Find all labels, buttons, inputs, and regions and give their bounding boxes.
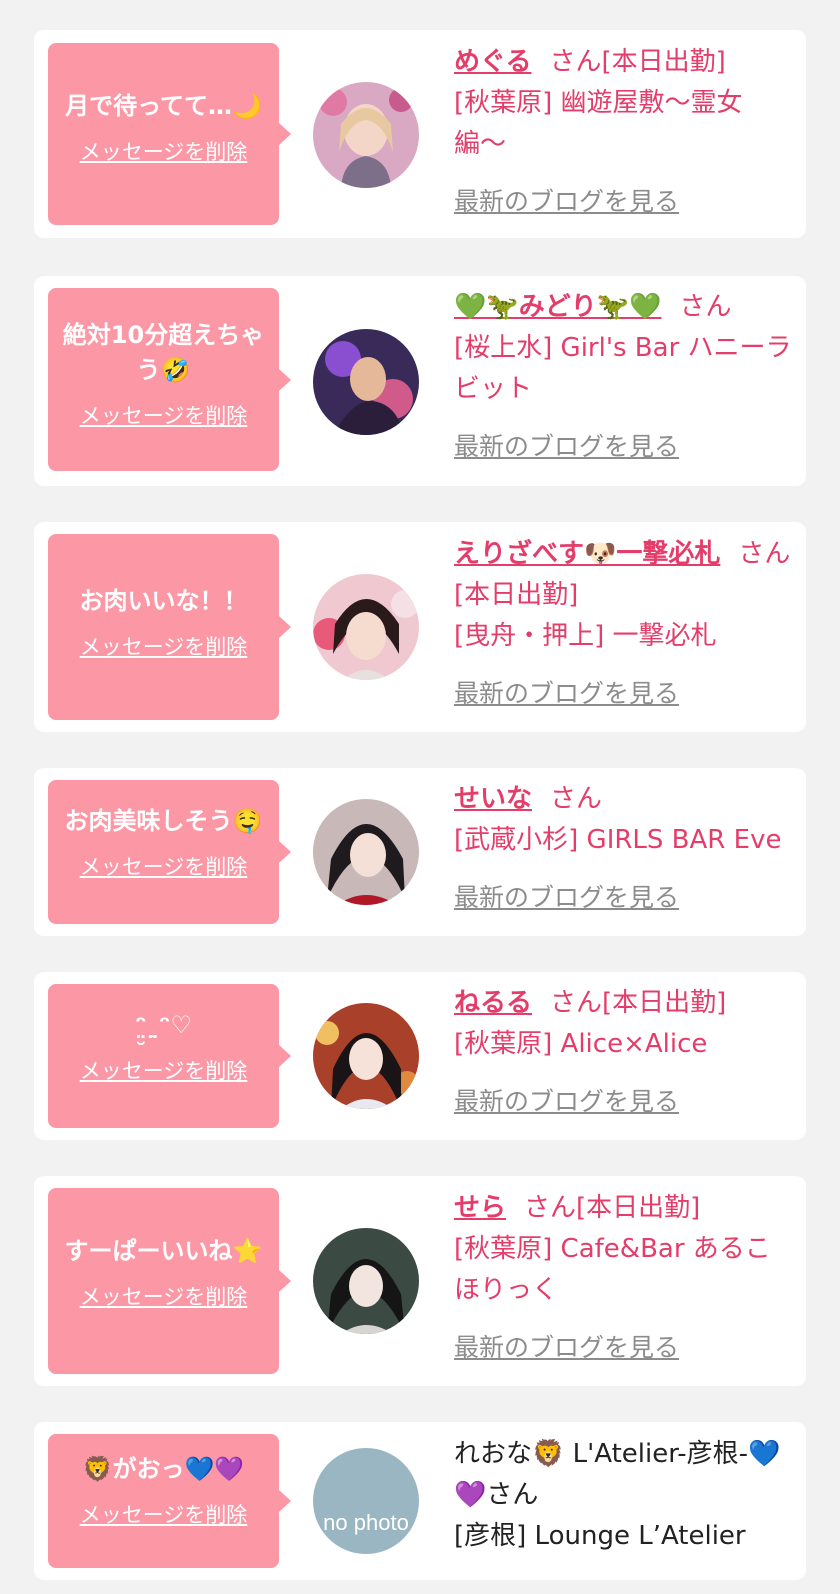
avatar[interactable] <box>313 1228 419 1334</box>
message-bubble: すーぱーいいね⭐ メッセージを削除 <box>48 1188 291 1374</box>
girl-info: ねるる さん[本日出勤] [秋葉原] Alice×Alice 最新のブログを見る <box>454 983 792 1122</box>
delete-message-link[interactable]: メッセージを削除 <box>80 1055 248 1085</box>
message-text: お肉美味しそう🤤 <box>64 807 263 835</box>
shop-name: [秋葉原] 幽遊屋敷〜霊女編〜 <box>454 88 743 159</box>
girl-suffix: さん <box>679 292 732 322</box>
message-card: お肉美味しそう🤤 メッセージを削除 せいな さん [武蔵小杉] GIRLS BAR… <box>34 768 806 936</box>
girl-info: えりざべす🐶一撃必札 さん[本日出勤] [曳舟・押上] 一撃必札 最新のブログを見… <box>454 534 792 714</box>
shop-name: [秋葉原] Alice×Alice <box>454 1029 708 1059</box>
delete-message-link[interactable]: メッセージを削除 <box>80 1281 248 1311</box>
avatar-photo <box>313 1228 419 1334</box>
message-bubble: 月で待ってて…🌙 メッセージを削除 <box>48 43 291 225</box>
shop-name: [桜上水] Girl's Bar ハニーラビット <box>454 333 792 404</box>
girl-name-link[interactable]: ねるる <box>454 988 532 1018</box>
message-bubble: ᵔ̤̮˷̤ᵔ♡ メッセージを削除 <box>48 984 291 1128</box>
girl-suffix: さん[本日出勤] <box>549 47 726 77</box>
girl-info: せいな さん [武蔵小杉] GIRLS BAR Eve 最新のブログを見る <box>454 779 792 918</box>
girl-info: めぐる さん[本日出勤] [秋葉原] 幽遊屋敷〜霊女編〜 最新のブログを見る <box>454 42 792 222</box>
message-bubble: 🦁がおっ💙💜 メッセージを削除 <box>48 1434 291 1568</box>
girl-suffix: さん <box>550 784 603 814</box>
no-photo-label: no photo <box>323 1510 409 1535</box>
latest-blog-link[interactable]: 最新のブログを見る <box>454 181 792 222</box>
girl-name-link[interactable]: 💚🦖みどり🦖💚 <box>454 292 662 322</box>
avatar-photo <box>313 1003 419 1109</box>
message-text: 🦁がおっ💙💜 <box>82 1455 245 1483</box>
girl-info: せら さん[本日出勤] [秋葉原] Cafe&Bar あるこほりっく 最新のブログ… <box>454 1188 792 1368</box>
delete-message-link[interactable]: メッセージを削除 <box>80 851 248 881</box>
avatar-photo <box>313 329 419 435</box>
avatar[interactable]: no photo <box>313 1448 419 1554</box>
latest-blog-link[interactable]: 最新のブログを見る <box>454 877 792 918</box>
message-card: すーぱーいいね⭐ メッセージを削除 せら さん[本日出勤] [秋葉原] Cafe&… <box>34 1176 806 1386</box>
girl-name-link[interactable]: せいな <box>454 784 532 814</box>
avatar[interactable] <box>313 82 419 188</box>
message-text: 月で待ってて…🌙 <box>65 92 262 120</box>
latest-blog-link[interactable]: 最新のブログを見る <box>454 1327 792 1368</box>
avatar[interactable] <box>313 1003 419 1109</box>
girl-info: れおな🦁 L'Atelier-彦根-💙💜さん [彦根] Lounge L’Ate… <box>454 1434 792 1557</box>
girl-suffix: さん[本日出勤] <box>524 1193 701 1223</box>
shop-name: [秋葉原] Cafe&Bar あるこほりっく <box>454 1234 771 1305</box>
shop-name: [彦根] Lounge L’Atelier <box>454 1521 746 1551</box>
girl-name-link[interactable]: せら <box>454 1193 506 1223</box>
message-text: ᵔ̤̮˷̤ᵔ♡ <box>135 1011 192 1039</box>
message-bubble: 絶対10分超えちゃう🤣 メッセージを削除 <box>48 288 291 471</box>
latest-blog-link[interactable]: 最新のブログを見る <box>454 426 792 467</box>
girl-name-link[interactable]: めぐる <box>454 47 531 77</box>
message-card: お肉いいな！！ メッセージを削除 えりざべす🐶一撃必札 さん[本日出勤] [曳舟・… <box>34 522 806 732</box>
message-card: 絶対10分超えちゃう🤣 メッセージを削除 💚🦖みどり🦖💚 さん [桜上水] Gir… <box>34 276 806 486</box>
message-card: 🦁がおっ💙💜 メッセージを削除 no photo れおな🦁 L'Atelier-… <box>34 1422 806 1580</box>
message-card: ᵔ̤̮˷̤ᵔ♡ メッセージを削除 ねるる さん[本日出勤] [秋葉原] Alice… <box>34 972 806 1140</box>
latest-blog-link[interactable]: 最新のブログを見る <box>454 1081 792 1122</box>
girl-name-link[interactable]: えりざべす🐶一撃必札 <box>454 539 720 569</box>
avatar[interactable] <box>313 799 419 905</box>
shop-name: [曳舟・押上] 一撃必札 <box>454 621 717 651</box>
message-bubble: お肉いいな！！ メッセージを削除 <box>48 534 291 720</box>
shop-name: [武蔵小杉] GIRLS BAR Eve <box>454 825 782 855</box>
delete-message-link[interactable]: メッセージを削除 <box>80 631 248 661</box>
message-text: 絶対10分超えちゃう🤣 <box>62 321 265 384</box>
message-text: すーぱーいいね⭐ <box>64 1237 263 1265</box>
message-text: お肉いいな！！ <box>79 587 248 615</box>
avatar[interactable] <box>313 574 419 680</box>
avatar-photo <box>313 82 419 188</box>
avatar[interactable] <box>313 329 419 435</box>
girl-name: れおな🦁 L'Atelier-彦根-💙💜さん <box>454 1439 781 1510</box>
delete-message-link[interactable]: メッセージを削除 <box>80 1499 248 1529</box>
girl-suffix: さん[本日出勤] <box>550 988 727 1018</box>
girl-info: 💚🦖みどり🦖💚 さん [桜上水] Girl's Bar ハニーラビット 最新のブロ… <box>454 287 792 467</box>
avatar-photo <box>313 574 419 680</box>
avatar-photo <box>313 799 419 905</box>
delete-message-link[interactable]: メッセージを削除 <box>80 400 248 430</box>
latest-blog-link[interactable]: 最新のブログを見る <box>454 673 792 714</box>
message-card: 月で待ってて…🌙 メッセージを削除 めぐる さん[本日出勤] [秋葉原] 幽遊屋敷… <box>34 30 806 238</box>
delete-message-link[interactable]: メッセージを削除 <box>80 136 248 166</box>
message-list: 月で待ってて…🌙 メッセージを削除 めぐる さん[本日出勤] [秋葉原] 幽遊屋敷… <box>0 0 840 1594</box>
message-bubble: お肉美味しそう🤤 メッセージを削除 <box>48 780 291 924</box>
